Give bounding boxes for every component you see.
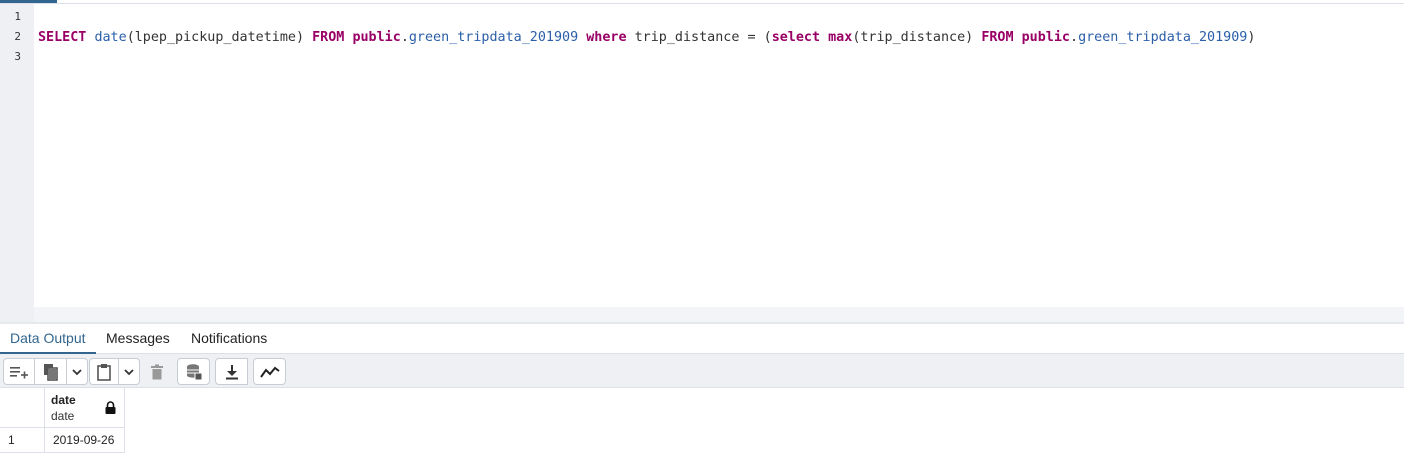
line-number: 3 [14, 50, 21, 63]
add-row-icon [10, 366, 28, 378]
sql-token: . [1070, 30, 1079, 45]
sql-editor[interactable]: 1 2 3 SELECT date(lpep_pickup_datetime) … [0, 0, 1404, 322]
save-data-button[interactable] [177, 358, 210, 385]
column-type: date [51, 409, 75, 423]
sql-token: where [586, 30, 627, 45]
sql-token: (trip_distance) [852, 30, 982, 45]
data-output-toolbar [0, 354, 1404, 388]
row-number-cell[interactable] [0, 428, 45, 453]
sql-token: select [771, 30, 821, 45]
row-header-corner[interactable] [0, 388, 45, 428]
delete-button[interactable] [141, 358, 172, 385]
sql-token: ) [1247, 30, 1256, 45]
output-tabs: Data Output Messages Notifications [0, 324, 1404, 354]
sql-token: green_tripdata_201909 [408, 30, 579, 45]
editor-horizontal-scrollbar[interactable] [34, 307, 1404, 322]
sql-token: date [94, 30, 127, 45]
paste-options-chevron-icon [124, 368, 134, 375]
copy-icon [43, 363, 58, 381]
graph-visualiser-button[interactable] [253, 358, 286, 385]
column-name: date [51, 393, 76, 407]
tab-data-output[interactable]: Data Output [0, 324, 96, 354]
tab-notifications[interactable]: Notifications [191, 324, 267, 354]
query-tool: 1 2 3 SELECT date(lpep_pickup_datetime) … [0, 0, 1404, 463]
sql-token: FROM [312, 30, 345, 45]
paste-options-button[interactable] [119, 358, 140, 385]
delete-icon [150, 364, 163, 379]
copy-button[interactable] [35, 358, 67, 385]
graph-icon [259, 366, 280, 378]
cell-value: 2019-09-26 [53, 433, 115, 447]
line-number: 2 [14, 30, 21, 43]
copy-options-button[interactable] [67, 358, 88, 385]
paste-icon [97, 363, 111, 381]
sql-token: SELECT [38, 30, 87, 45]
sql-token: public [352, 30, 401, 45]
result-grid [0, 388, 1404, 463]
download-button[interactable] [215, 358, 248, 385]
sql-token: (lpep_pickup_datetime) [126, 30, 313, 45]
copy-options-chevron-icon [72, 368, 82, 375]
sql-token: trip_distance = ( [626, 30, 772, 45]
sql-token: green_tripdata_201909 [1078, 30, 1248, 45]
editor-top-border [0, 3, 1404, 4]
paste-button[interactable] [89, 358, 119, 385]
sql-token: public [1021, 30, 1070, 45]
save-data-icon [186, 363, 202, 380]
download-icon [225, 364, 238, 379]
lock-icon [105, 401, 116, 414]
sql-token: FROM [981, 30, 1014, 45]
sql-token: . [400, 30, 409, 45]
line-number: 1 [14, 10, 21, 23]
sql-query-line[interactable]: SELECT date(lpep_pickup_datetime) FROM p… [38, 30, 1255, 45]
line-number-gutter: 1 2 3 [0, 4, 34, 322]
row-number: 1 [8, 433, 15, 447]
add-row-button[interactable] [3, 358, 35, 385]
tab-messages[interactable]: Messages [106, 324, 170, 354]
sql-token: max [828, 30, 853, 45]
